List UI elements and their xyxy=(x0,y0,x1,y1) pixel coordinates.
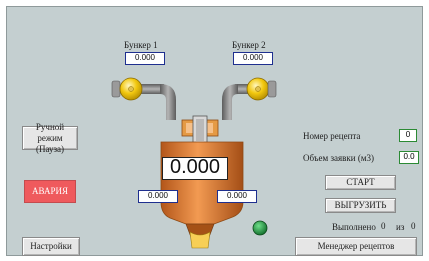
valve-icon[interactable] xyxy=(111,77,143,101)
done-label: Выполнено xyxy=(332,222,376,232)
recipe-number-label: Номер рецепта xyxy=(303,131,361,141)
hmi-screen: Бункер 1 0.000 Бункер 2 0.000 0.000 0.00… xyxy=(0,0,429,261)
manual-mode-label: Ручной режим xyxy=(35,121,65,143)
alarm-button[interactable]: АВАРИЯ xyxy=(24,180,76,203)
manual-mode-button[interactable]: Ручной режим (Пауза) xyxy=(22,122,78,154)
recipe-number-input[interactable]: 0 xyxy=(399,129,417,142)
mixer-tank-icon xyxy=(160,115,244,249)
mixer-right-value: 0.000 xyxy=(217,190,257,203)
mixer-left-value: 0.000 xyxy=(138,190,178,203)
mixer-main-value: 0.000 xyxy=(162,157,228,180)
settings-button[interactable]: Настройки xyxy=(22,237,80,256)
manual-mode-sublabel: (Пауза) xyxy=(35,143,65,154)
start-button[interactable]: СТАРТ xyxy=(325,175,396,190)
done-value: 0 xyxy=(381,221,386,231)
total-value: 0 xyxy=(411,221,416,231)
unload-button[interactable]: ВЫГРУЗИТЬ xyxy=(325,198,396,213)
valve-icon[interactable] xyxy=(246,77,277,101)
status-led-icon xyxy=(252,220,268,236)
of-label: из xyxy=(396,222,405,232)
order-volume-input[interactable]: 0.0 xyxy=(399,151,419,164)
order-volume-label: Объем заявки (м3) xyxy=(303,153,375,163)
recipe-manager-button[interactable]: Менеджер рецептов xyxy=(295,237,417,256)
